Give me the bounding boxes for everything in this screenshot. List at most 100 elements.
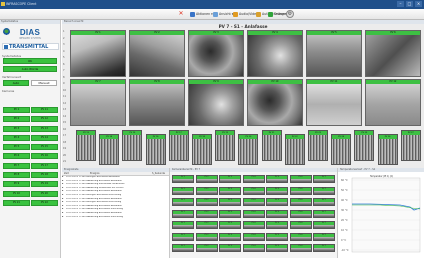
small-camera-tile[interactable]: PV 25 [354, 130, 375, 161]
mini-camera-tile[interactable]: PV 6 [289, 186, 312, 195]
mini-camera-tile[interactable]: PV 4 [242, 244, 265, 252]
event-row[interactable]: ▪ 2011-03-23 17:46:33 Änderung Betriebsart… [62, 216, 169, 220]
small-camera-tile[interactable]: PV 19 [215, 130, 236, 161]
sidebar-cam-button[interactable]: PV 6 [3, 153, 30, 160]
mini-camera-tile[interactable]: PV 3 [219, 198, 241, 206]
mini-camera-tile[interactable]: PV 5 [266, 198, 288, 206]
sidebar-cam-button[interactable]: PV 3 [3, 125, 30, 132]
mini-camera-tile[interactable]: PV 3 [219, 232, 241, 241]
mini-camera-tile[interactable]: PV 1 [172, 186, 194, 195]
sidebar-cam-button[interactable]: PV 10 [3, 190, 30, 197]
camera-tile[interactable]: PV 12 [365, 79, 421, 126]
camera-tile[interactable]: PV 4 [247, 30, 303, 77]
mini-camera-tile[interactable]: PV 2 [195, 244, 218, 252]
small-camera-tile[interactable]: PV 18 [192, 134, 212, 165]
manual-mode-button[interactable]: Manuell [31, 80, 57, 86]
mini-camera-tile[interactable]: PV 1 [172, 232, 194, 241]
camera-tile[interactable]: PV 3 [188, 30, 244, 77]
mini-camera-tile[interactable]: PV 3 [219, 186, 241, 195]
menu-aktionen[interactable]: Aktionen ▾ [190, 11, 213, 17]
mini-camera-tile[interactable]: PV 3 [219, 244, 241, 252]
mini-camera-tile[interactable]: PV 7 [313, 244, 335, 252]
small-camera-tile[interactable]: PV 20 [238, 134, 259, 165]
col-ereignis[interactable]: Ereignis [88, 172, 150, 175]
mini-camera-tile[interactable]: PV 7 [313, 175, 335, 183]
camera-tile[interactable]: PV 2 [129, 30, 185, 77]
mini-camera-tile[interactable]: PV 3 [219, 209, 241, 218]
small-camera-tile[interactable]: PV 26 [377, 134, 398, 165]
camera-tile[interactable]: PV 9 [188, 79, 244, 126]
small-camera-tile[interactable]: PV 22 [284, 134, 305, 165]
sidebar-cam-button[interactable]: PV 21 [3, 199, 30, 206]
small-camera-tile[interactable]: PV 27 [400, 130, 421, 161]
small-camera-tile[interactable]: PV 14 [99, 134, 120, 165]
small-camera-tile[interactable]: PV 24 [331, 134, 352, 165]
sidebar-cam-button[interactable]: PV 12 [31, 116, 58, 123]
sidebar-cam-button[interactable]: PV 9 [3, 181, 30, 188]
camera-tile[interactable]: PV 5 [306, 30, 362, 77]
mini-camera-tile[interactable]: PV 7 [313, 186, 335, 195]
mini-camera-tile[interactable]: PV 6 [289, 175, 312, 183]
sidebar-cam-button[interactable]: PV 13 [31, 125, 58, 132]
mini-camera-tile[interactable]: PV 4 [242, 221, 265, 229]
mini-camera-tile[interactable]: PV 7 [313, 209, 335, 218]
mini-camera-tile[interactable]: PV 2 [195, 221, 218, 229]
mini-camera-tile[interactable]: PV 7 [313, 232, 335, 241]
sidebar-cam-button[interactable]: PV 22 [31, 199, 58, 206]
camera-tile[interactable]: PV 10 [247, 79, 303, 126]
mini-camera-tile[interactable]: PV 4 [242, 198, 265, 206]
mini-camera-tile[interactable]: PV 5 [266, 221, 288, 229]
mini-camera-tile[interactable]: PV 6 [289, 244, 312, 252]
sidebar-cam-button[interactable]: PV 14 [31, 134, 58, 141]
sidebar-cam-button[interactable]: PV 17 [31, 162, 58, 169]
sidebar-cam-button[interactable]: PV 2 [3, 116, 30, 123]
sidebar-cam-button[interactable]: PV 20 [31, 190, 58, 197]
mini-camera-tile[interactable]: PV 1 [172, 221, 194, 229]
mini-camera-tile[interactable]: PV 1 [172, 209, 194, 218]
small-camera-tile[interactable]: PV 15 [122, 130, 143, 161]
sidebar-cam-button[interactable]: PV 4 [3, 134, 30, 141]
mini-camera-tile[interactable]: PV 2 [195, 232, 218, 241]
maximize-button[interactable]: □ [406, 1, 413, 7]
mini-camera-tile[interactable]: PV 5 [266, 175, 288, 183]
menu-online[interactable]: Online ▾ [268, 11, 287, 17]
mini-camera-tile[interactable]: PV 2 [195, 209, 218, 218]
sidebar-cam-button[interactable]: PV 11 [31, 107, 58, 113]
camera-tile[interactable]: PV 11 [306, 79, 362, 126]
mini-camera-tile[interactable]: PV 5 [266, 209, 288, 218]
mini-camera-tile[interactable]: PV 4 [242, 186, 265, 195]
mini-camera-tile[interactable]: PV 6 [289, 198, 312, 206]
col-sekunde[interactable]: S_Sekunde [150, 172, 165, 175]
small-camera-tile[interactable]: PV 16 [145, 134, 166, 165]
mini-camera-tile[interactable]: PV 1 [172, 198, 194, 206]
auto-status-button[interactable]: Auto Würde [3, 66, 57, 72]
settings-icon[interactable]: ⚙ [286, 10, 294, 18]
sidebar-cam-button[interactable]: PV 5 [3, 144, 30, 151]
small-camera-tile[interactable]: PV 17 [168, 130, 189, 161]
sidebar-cam-button[interactable]: PV 8 [3, 172, 30, 179]
mini-camera-tile[interactable]: PV 5 [266, 244, 288, 252]
mini-camera-tile[interactable]: PV 1 [172, 175, 194, 183]
sidebar-cam-button[interactable]: PV 18 [31, 172, 58, 179]
camera-tile[interactable]: PV 7 [70, 79, 126, 126]
menu-ansicht[interactable]: Ansicht ▾ [213, 11, 233, 17]
small-camera-tile[interactable]: PV 13 [76, 130, 96, 161]
auto-mode-button[interactable]: Auto [3, 80, 29, 86]
mini-camera-tile[interactable]: PV 3 [219, 221, 241, 229]
close-button[interactable]: × [415, 1, 422, 7]
mini-camera-tile[interactable]: PV 1 [172, 244, 194, 252]
mini-camera-tile[interactable]: PV 5 [266, 232, 288, 241]
col-zeit[interactable]: Zeit [62, 172, 88, 175]
camera-tile[interactable]: PV 6 [365, 30, 421, 77]
sidebar-cam-button[interactable]: PV 7 [3, 162, 30, 169]
sidebar-cam-button[interactable]: PV 19 [31, 181, 58, 188]
sidebar-cam-button[interactable]: PV 15 [31, 144, 58, 151]
mini-camera-tile[interactable]: PV 4 [242, 175, 265, 183]
sidebar-cam-button[interactable]: PV 16 [31, 153, 58, 160]
close-view-icon[interactable]: ✕ [177, 10, 185, 18]
minimize-button[interactable]: – [397, 1, 404, 7]
mini-camera-tile[interactable]: PV 3 [219, 175, 241, 183]
mini-camera-tile[interactable]: PV 2 [195, 198, 218, 206]
small-camera-tile[interactable]: PV 23 [308, 130, 328, 161]
mini-camera-tile[interactable]: PV 7 [313, 221, 335, 229]
